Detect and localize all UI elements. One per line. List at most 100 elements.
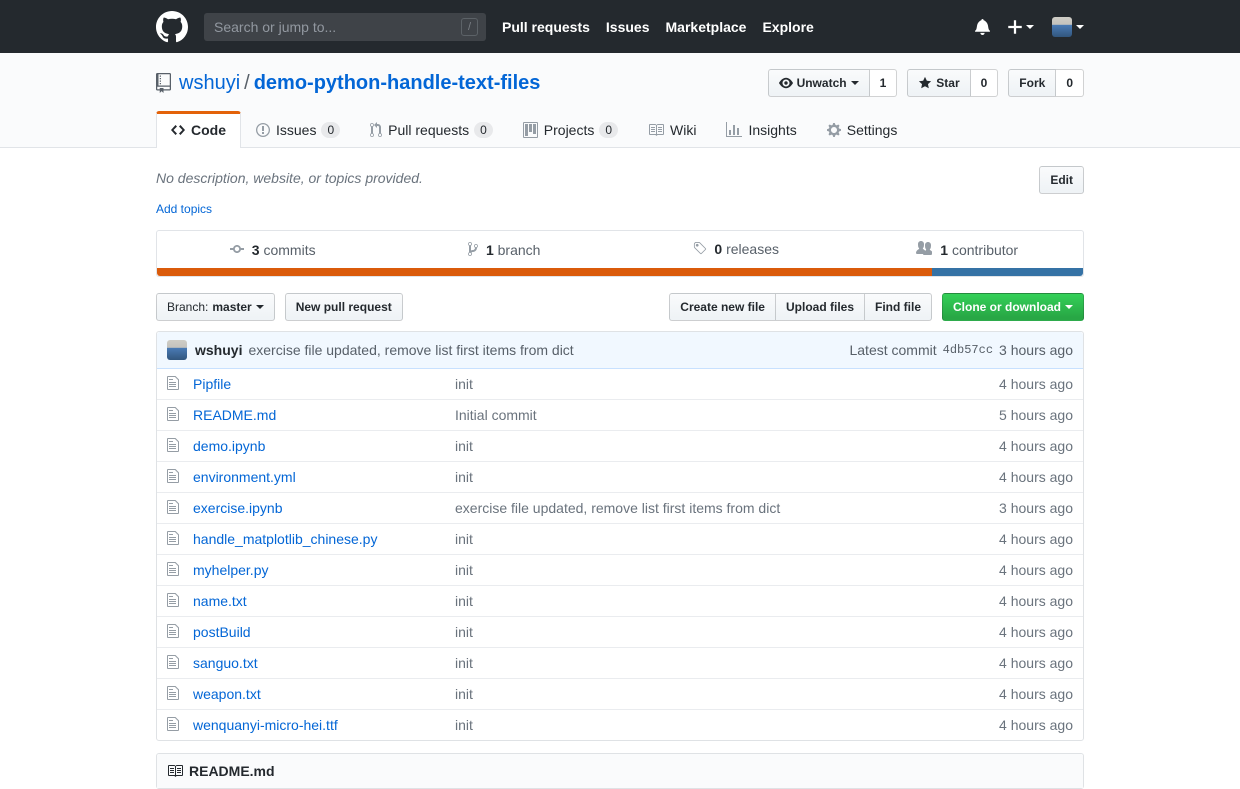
edit-description-button[interactable]: Edit xyxy=(1039,166,1084,194)
tab-issues[interactable]: Issues 0 xyxy=(241,111,355,148)
commit-author-avatar[interactable] xyxy=(167,340,187,360)
file-name-link[interactable]: postBuild xyxy=(193,624,251,640)
file-name-link[interactable]: exercise.ipynb xyxy=(193,500,283,516)
watchers-count[interactable]: 1 xyxy=(870,69,898,97)
commit-sha-link[interactable]: 4db57cc xyxy=(943,343,993,357)
repo-owner-link[interactable]: wshuyi xyxy=(179,72,240,95)
file-age: 4 hours ago xyxy=(943,684,1073,704)
commit-message-link[interactable]: exercise file updated, remove list first… xyxy=(248,342,573,358)
people-icon xyxy=(916,241,932,257)
create-new-menu[interactable] xyxy=(1008,18,1034,36)
file-age: 4 hours ago xyxy=(943,622,1073,642)
file-name-link[interactable]: wenquanyi-micro-hei.ttf xyxy=(193,717,338,733)
file-row: weapon.txt init 4 hours ago xyxy=(157,678,1083,709)
tab-pull-requests[interactable]: Pull requests 0 xyxy=(355,111,508,148)
upload-files-button[interactable]: Upload files xyxy=(776,293,865,321)
pull-requests-counter: 0 xyxy=(474,122,493,138)
file-icon xyxy=(167,685,179,701)
add-topics-link[interactable]: Add topics xyxy=(156,202,212,216)
file-row: demo.ipynb init 4 hours ago xyxy=(157,430,1083,461)
file-row: Pipfile init 4 hours ago xyxy=(157,369,1083,399)
file-name-link[interactable]: myhelper.py xyxy=(193,562,268,578)
tab-insights[interactable]: Insights xyxy=(711,111,811,148)
file-age: 4 hours ago xyxy=(943,467,1073,487)
file-age: 4 hours ago xyxy=(943,529,1073,549)
stargazers-count[interactable]: 0 xyxy=(971,69,999,97)
caret-down-icon xyxy=(1026,25,1034,33)
file-name-link[interactable]: environment.yml xyxy=(193,469,296,485)
repo-name-link[interactable]: demo-python-handle-text-files xyxy=(254,72,541,95)
tab-code[interactable]: Code xyxy=(156,111,241,148)
file-commit-message[interactable]: init xyxy=(455,686,473,702)
forks-count[interactable]: 0 xyxy=(1056,69,1084,97)
file-icon xyxy=(167,716,179,732)
file-age: 4 hours ago xyxy=(943,715,1073,735)
file-commit-message[interactable]: init xyxy=(455,655,473,671)
caret-down-icon xyxy=(1065,305,1073,313)
github-logo-icon[interactable] xyxy=(156,11,188,43)
file-commit-message[interactable]: exercise file updated, remove list first… xyxy=(455,500,780,516)
user-menu[interactable] xyxy=(1052,17,1084,37)
file-commit-message[interactable]: init xyxy=(455,593,473,609)
repo-tabs: Code Issues 0 Pull requests 0 Projects 0… xyxy=(156,111,1084,147)
file-age: 4 hours ago xyxy=(943,653,1073,673)
tab-wiki[interactable]: Wiki xyxy=(633,111,711,148)
gear-icon xyxy=(827,122,841,138)
file-commit-message[interactable]: init xyxy=(455,624,473,640)
file-icon xyxy=(167,592,179,608)
file-name-link[interactable]: sanguo.txt xyxy=(193,655,258,671)
file-commit-message[interactable]: init xyxy=(455,562,473,578)
file-commit-message[interactable]: init xyxy=(455,531,473,547)
clone-or-download-button[interactable]: Clone or download xyxy=(942,293,1084,321)
tab-projects[interactable]: Projects 0 xyxy=(508,111,633,148)
find-file-button[interactable]: Find file xyxy=(865,293,932,321)
file-row: postBuild init 4 hours ago xyxy=(157,616,1083,647)
header-nav: Pull requests Issues Marketplace Explore xyxy=(502,19,830,35)
contributors-link[interactable]: 1 contributor xyxy=(852,231,1084,268)
new-pull-request-button[interactable]: New pull request xyxy=(285,293,403,321)
repo-summary-box: 3 commits 1 branch 0 releases 1 contribu… xyxy=(156,230,1084,277)
tab-settings[interactable]: Settings xyxy=(812,111,913,148)
star-button[interactable]: Star xyxy=(907,69,970,97)
file-name-link[interactable]: Pipfile xyxy=(193,376,231,392)
file-commit-message[interactable]: init xyxy=(455,469,473,485)
notifications-button[interactable] xyxy=(975,18,990,35)
file-row: environment.yml init 4 hours ago xyxy=(157,461,1083,492)
issues-counter: 0 xyxy=(321,122,340,138)
nav-marketplace[interactable]: Marketplace xyxy=(666,19,747,35)
file-name-link[interactable]: weapon.txt xyxy=(193,686,261,702)
branch-select-button[interactable]: Branch: master xyxy=(156,293,275,321)
file-commit-message[interactable]: init xyxy=(455,376,473,392)
file-name-link[interactable]: README.md xyxy=(193,407,276,423)
unwatch-button[interactable]: Unwatch xyxy=(768,69,870,97)
file-row: exercise.ipynb exercise file updated, re… xyxy=(157,492,1083,523)
branches-link[interactable]: 1 branch xyxy=(389,231,621,268)
file-icon xyxy=(167,406,179,422)
file-row: sanguo.txt init 4 hours ago xyxy=(157,647,1083,678)
book-icon xyxy=(167,763,183,779)
file-commit-message[interactable]: Initial commit xyxy=(455,407,537,423)
create-new-file-button[interactable]: Create new file xyxy=(669,293,776,321)
nav-explore[interactable]: Explore xyxy=(762,19,813,35)
fork-button[interactable]: Fork xyxy=(1008,69,1056,97)
language-bar[interactable] xyxy=(157,268,1083,276)
commit-author-link[interactable]: wshuyi xyxy=(195,342,242,358)
commits-link[interactable]: 3 commits xyxy=(157,231,389,268)
file-row: README.md Initial commit 5 hours ago xyxy=(157,399,1083,430)
file-name-link[interactable]: name.txt xyxy=(193,593,247,609)
search-input[interactable] xyxy=(212,18,461,36)
releases-link[interactable]: 0 releases xyxy=(620,231,852,268)
file-commit-message[interactable]: init xyxy=(455,717,473,733)
file-row: name.txt init 4 hours ago xyxy=(157,585,1083,616)
nav-pull-requests[interactable]: Pull requests xyxy=(502,19,590,35)
git-commit-icon xyxy=(230,241,244,257)
nav-issues[interactable]: Issues xyxy=(606,19,650,35)
file-icon xyxy=(167,375,179,391)
file-age: 5 hours ago xyxy=(943,405,1073,425)
file-name-link[interactable]: handle_matplotlib_chinese.py xyxy=(193,531,377,547)
bell-icon xyxy=(975,18,990,35)
file-name-link[interactable]: demo.ipynb xyxy=(193,438,265,454)
git-branch-icon xyxy=(468,241,478,257)
file-commit-message[interactable]: init xyxy=(455,438,473,454)
repo-title: wshuyi / demo-python-handle-text-files xyxy=(156,72,540,95)
